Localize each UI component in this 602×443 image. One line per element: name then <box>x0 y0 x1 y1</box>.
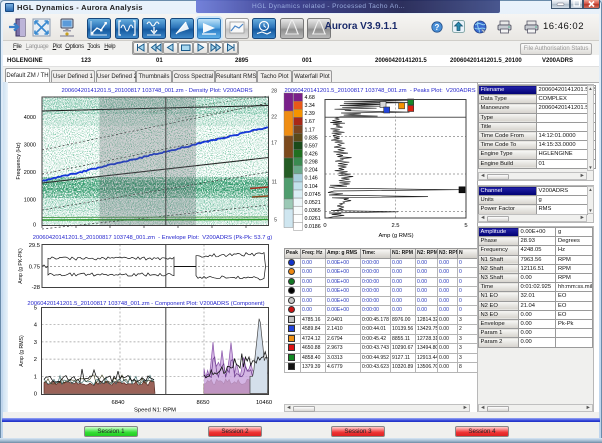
svg-text:0: 0 <box>33 223 36 229</box>
svg-text:0.298: 0.298 <box>305 160 318 166</box>
svg-text:8650: 8650 <box>197 400 210 406</box>
svg-text:?: ? <box>435 23 440 32</box>
svg-text:0.0186: 0.0186 <box>305 224 321 230</box>
svg-text:29.5: 29.5 <box>29 243 40 249</box>
svg-text:0: 0 <box>34 392 37 398</box>
svg-text:Amp (g RMS): Amp (g RMS) <box>19 335 25 367</box>
svg-text:0.0521: 0.0521 <box>305 200 321 206</box>
svg-text:4.68: 4.68 <box>305 95 315 101</box>
svg-text:Amp (g RMS): Amp (g RMS) <box>378 233 413 239</box>
svg-text:0.0745: 0.0745 <box>305 192 321 198</box>
svg-text:0.204: 0.204 <box>305 168 318 174</box>
svg-text:0.426: 0.426 <box>305 152 318 158</box>
svg-text:1: 1 <box>34 374 37 380</box>
svg-text:17: 17 <box>271 141 277 147</box>
svg-text:5: 5 <box>34 306 37 312</box>
svg-text:2.39: 2.39 <box>305 111 315 117</box>
svg-text:22: 22 <box>271 115 277 121</box>
svg-text:6840: 6840 <box>112 400 125 406</box>
svg-text:1000: 1000 <box>24 198 36 204</box>
svg-text:0.597: 0.597 <box>305 143 318 149</box>
svg-text:0.835: 0.835 <box>305 135 318 141</box>
svg-text:Speed N1: RPM: Speed N1: RPM <box>134 408 176 414</box>
svg-text:0: 0 <box>323 223 326 229</box>
svg-text:1.17: 1.17 <box>305 127 315 133</box>
svg-text:28: 28 <box>271 89 277 95</box>
svg-text:5: 5 <box>274 218 277 224</box>
svg-text:10460: 10460 <box>256 400 272 406</box>
svg-text:1.67: 1.67 <box>305 119 315 125</box>
svg-text:5: 5 <box>464 223 467 229</box>
svg-text:4000: 4000 <box>24 115 36 121</box>
svg-text:3.34: 3.34 <box>305 103 315 109</box>
svg-text:0.104: 0.104 <box>305 184 318 190</box>
svg-text:0.0261: 0.0261 <box>305 216 321 222</box>
svg-text:Amp (g PK-PK): Amp (g PK-PK) <box>18 248 24 284</box>
svg-text:0.75: 0.75 <box>29 265 40 271</box>
svg-text:Frequency (Hz): Frequency (Hz) <box>16 142 22 179</box>
svg-text:0.146: 0.146 <box>305 176 318 182</box>
svg-text:3: 3 <box>34 340 37 346</box>
svg-text:-28: -28 <box>32 285 40 291</box>
svg-text:2: 2 <box>34 357 37 363</box>
svg-text:2000: 2000 <box>24 170 36 176</box>
svg-text:2.5: 2.5 <box>391 223 399 229</box>
svg-text:11: 11 <box>272 180 277 186</box>
svg-text:4: 4 <box>34 323 38 329</box>
svg-text:0.0365: 0.0365 <box>305 208 321 214</box>
svg-text:3000: 3000 <box>24 143 36 149</box>
